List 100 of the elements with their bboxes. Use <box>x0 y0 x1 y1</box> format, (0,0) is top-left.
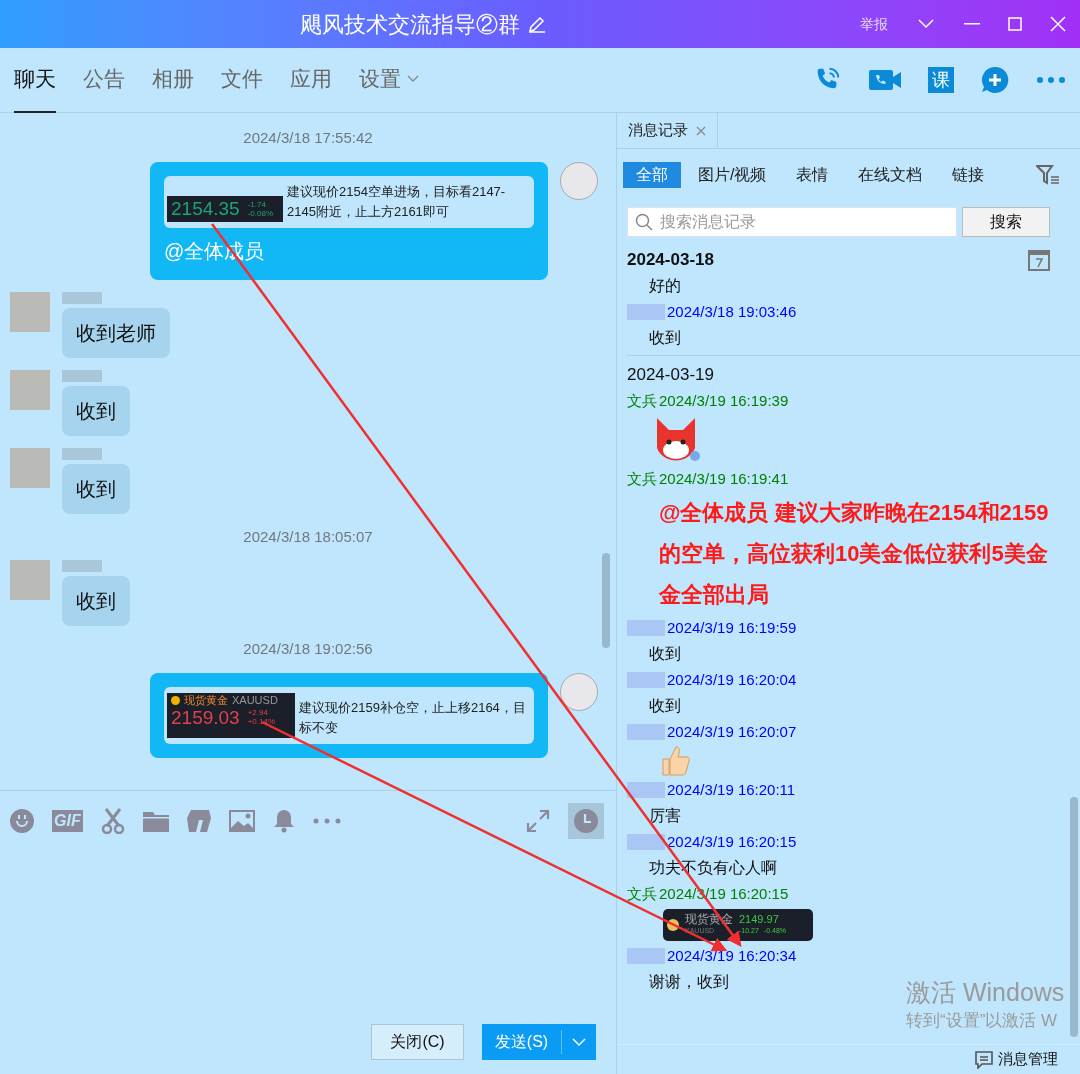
avatar-photo <box>560 161 598 200</box>
activation-title: 激活 Windows <box>906 977 1065 1008</box>
price-text: 2154.35 <box>171 199 240 218</box>
symbol-text: XAUUSD <box>232 692 278 708</box>
blurred-name <box>62 560 102 572</box>
filter-tab[interactable]: 链接 <box>939 162 998 188</box>
filter-tab[interactable]: 全部 <box>623 162 681 188</box>
nav-tab[interactable]: 应用 <box>290 47 332 113</box>
gif-button[interactable]: GIF <box>52 809 83 832</box>
chat-bubble-icon[interactable] <box>975 1050 993 1069</box>
chevron-down-icon[interactable] <box>572 1037 586 1047</box>
filter-tab[interactable]: 在线文档 <box>845 162 936 188</box>
history-message: 厉害 <box>649 806 681 826</box>
more-icon[interactable] <box>1036 76 1066 84</box>
send-button[interactable]: 发送(S) <box>482 1024 596 1060</box>
emoji-icon[interactable] <box>10 808 34 833</box>
blurred-name <box>627 304 665 320</box>
history-message: 收到 <box>649 644 681 664</box>
more-icon[interactable] <box>312 817 341 824</box>
message-bubble: 收到老师 <box>62 307 170 358</box>
message-bubble: 收到 <box>62 463 130 514</box>
blurred-name <box>62 291 102 304</box>
nav-tab[interactable]: 文件 <box>221 47 263 113</box>
bell-icon[interactable] <box>272 808 295 833</box>
sender-name: 文兵 <box>627 391 657 411</box>
blurred-avatar <box>10 291 50 332</box>
filter-tab[interactable]: 表情 <box>783 162 842 188</box>
message-time: 2024/3/19 16:20:07 <box>667 722 797 742</box>
price-text: 2159.03 <box>171 707 240 727</box>
avatar-photo <box>560 672 598 711</box>
image-icon[interactable] <box>228 809 255 832</box>
coin-icon <box>171 695 180 705</box>
edit-icon[interactable] <box>528 15 546 33</box>
expand-icon[interactable] <box>526 808 550 833</box>
price-text: 2149.97 <box>739 914 780 925</box>
thumbs-up-icon <box>661 745 691 777</box>
blurred-name <box>627 834 665 850</box>
calendar-icon[interactable] <box>1028 249 1050 271</box>
message-time: 2024/3/19 16:19:39 <box>659 391 789 411</box>
activation-hint: 转到“设置”以激活 W <box>906 1010 1059 1032</box>
change-text: -1.74 <box>247 199 267 209</box>
scrollbar[interactable] <box>1070 797 1078 1037</box>
message-text: 建议现价2159补仓空，止上移2164，目标不变 <box>299 698 527 737</box>
folder-icon[interactable] <box>142 809 169 832</box>
course-button[interactable]: 课 <box>928 67 954 93</box>
percent-text: +0.14% <box>247 717 276 726</box>
scrollbar[interactable] <box>602 553 610 648</box>
blurred-name <box>627 672 665 688</box>
history-tab-label: 消息记录 <box>628 120 688 141</box>
nav-tab[interactable]: 聊天 <box>14 47 56 113</box>
message-time: 2024/3/19 16:19:41 <box>659 469 789 489</box>
scissors-icon[interactable] <box>100 807 125 834</box>
message-text: 建议现价2154空单进场，目标看2147-2145附近，止上方2161即可 <box>287 182 507 221</box>
chevron-down-icon <box>407 75 419 83</box>
announcement-text: @全体成员 建议大家昨晚在2154和2159的空单，高位获利10美金低位获利5美金金全部出局 <box>658 499 1050 609</box>
chevron-down-icon[interactable] <box>918 19 934 29</box>
search-field[interactable]: 搜索消息记录 <box>627 207 957 237</box>
blurred-name <box>627 948 665 964</box>
asset-name: 现货黄金 <box>184 692 228 708</box>
sender-name: 文兵 <box>627 469 657 489</box>
message-time: 2024/3/18 19:02:56 <box>243 639 373 659</box>
close-icon[interactable] <box>696 125 706 136</box>
message-time: 2024/3/19 16:19:59 <box>667 618 797 638</box>
blurred-avatar <box>10 447 50 488</box>
message-manager-link[interactable]: 消息管理 <box>998 1048 1058 1071</box>
message-time: 2024/3/19 16:20:15 <box>667 832 797 852</box>
window-title: 飓风技术交流指导②群 <box>300 10 520 39</box>
history-tab[interactable]: 消息记录 <box>617 113 718 148</box>
blurred-name <box>62 369 102 382</box>
report-link[interactable]: 举报 <box>860 13 888 35</box>
blurred-name <box>627 724 665 740</box>
date-header: 2024-03-18 <box>627 249 714 271</box>
add-icon[interactable] <box>980 65 1010 95</box>
minimize-icon[interactable] <box>964 23 980 25</box>
filter-icon[interactable] <box>1036 165 1060 185</box>
blurred-avatar <box>10 560 50 600</box>
history-button[interactable] <box>568 802 604 839</box>
nav-tab[interactable]: 公告 <box>83 47 125 113</box>
change-text: +2.94 <box>247 708 269 717</box>
message-time: 2024/3/18 19:03:46 <box>667 302 797 322</box>
blurred-name <box>627 782 665 798</box>
history-message: 好的 <box>649 276 681 296</box>
message-time: 2024/3/19 16:20:34 <box>667 946 797 966</box>
message-bubble: 收到 <box>62 385 130 436</box>
search-button[interactable]: 搜索 <box>962 207 1050 237</box>
message-time: 2024/3/18 17:55:42 <box>243 128 373 148</box>
nav-tab[interactable]: 相册 <box>152 47 194 113</box>
date-header: 2024-03-19 <box>627 365 714 384</box>
blurred-name <box>627 620 665 636</box>
history-message: 收到 <box>649 328 681 348</box>
sender-name: 文兵 <box>627 884 657 904</box>
message-time: 2024/3/19 16:20:04 <box>667 670 797 690</box>
maximize-icon[interactable] <box>1008 17 1022 31</box>
history-message: 谢谢，收到 <box>649 972 729 992</box>
history-message: 收到 <box>649 696 681 716</box>
filter-tab[interactable]: 图片/视频 <box>685 162 780 188</box>
message-time: 2024/3/18 18:05:07 <box>243 526 373 547</box>
video-camera-icon[interactable] <box>868 67 902 93</box>
nav-tab[interactable]: 设置 <box>359 47 419 113</box>
close-button[interactable]: 关闭(C) <box>371 1024 464 1060</box>
